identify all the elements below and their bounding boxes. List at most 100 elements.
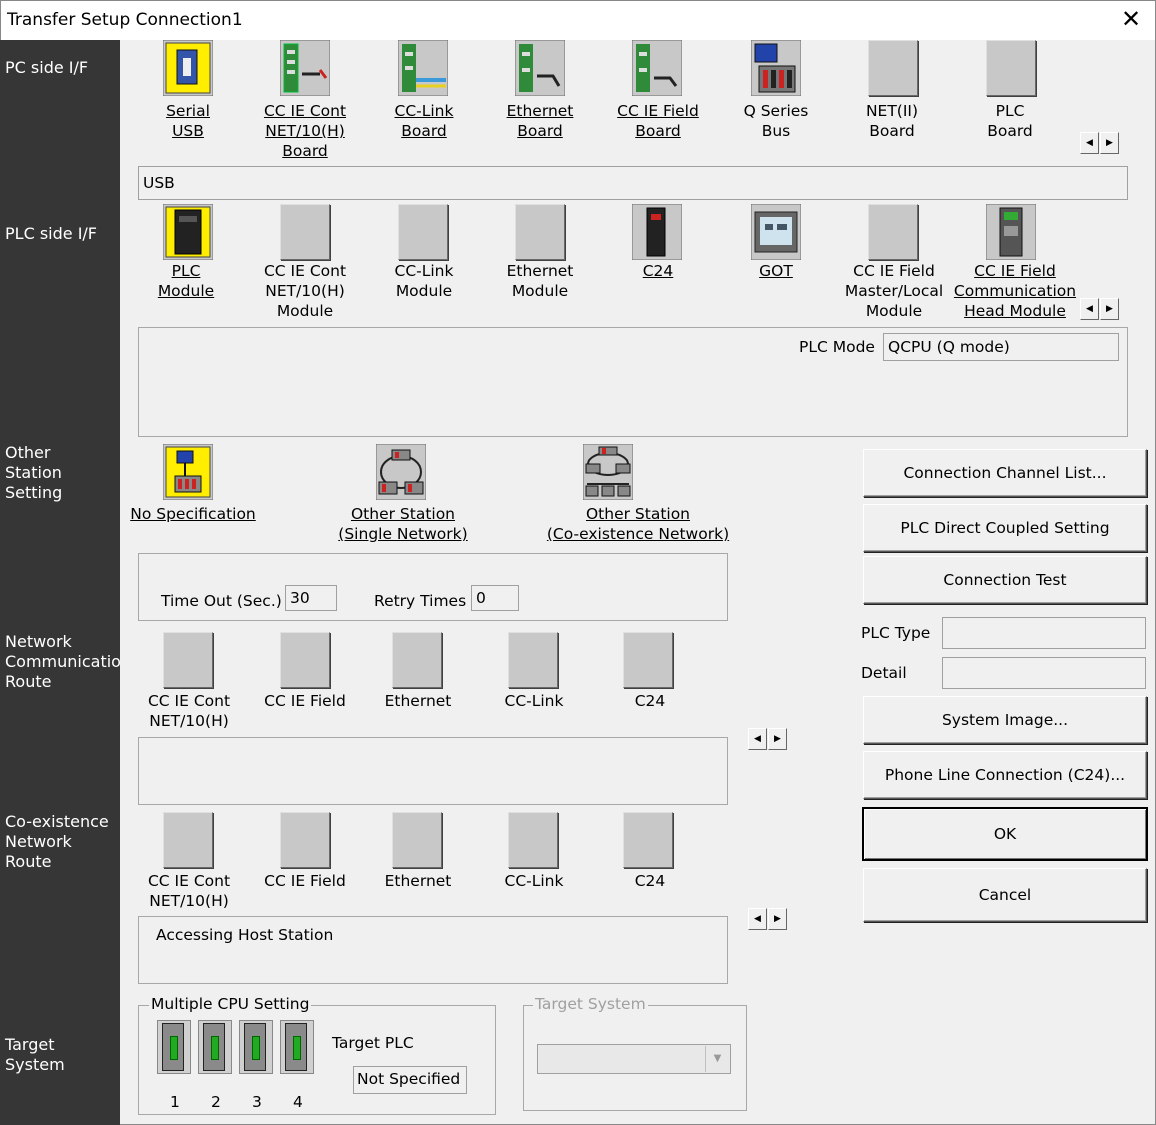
other-station-label-coexist[interactable]: Other Station (Co-existence Network) — [530, 504, 746, 544]
cpu-3-icon[interactable] — [239, 1020, 273, 1074]
target-system-group: Target System ▼ — [523, 995, 747, 1111]
coexist-ethernet-icon[interactable] — [392, 812, 442, 868]
route-label-cc-ie-field[interactable]: CC IE Field — [250, 691, 360, 711]
plc-item-label-cc-ie-cont[interactable]: CC IE Cont NET/10(H) Module — [252, 261, 358, 321]
cpu-1-icon[interactable] — [157, 1020, 191, 1074]
timeout-input[interactable]: 30 — [285, 585, 337, 611]
plc-item-label-plc-module[interactable]: PLC Module — [138, 261, 234, 301]
coexist-label-cc-link[interactable]: CC-Link — [484, 871, 584, 891]
cc-ie-field-head-icon[interactable] — [986, 204, 1036, 260]
sidebar-label-other-station: Other Station Setting — [5, 443, 63, 502]
c24-icon[interactable] — [632, 204, 682, 260]
plc-item-label-cc-link[interactable]: CC-Link Module — [376, 261, 472, 301]
route-label-ethernet[interactable]: Ethernet — [368, 691, 468, 711]
plc-item-label-c24[interactable]: C24 — [610, 261, 706, 281]
plc-side-scroll: ◀ ▶ — [1080, 298, 1120, 320]
phone-line-connection-button[interactable]: Phone Line Connection (C24)... — [863, 751, 1147, 799]
connection-test-button[interactable]: Connection Test — [863, 556, 1147, 604]
cc-ie-field-master-icon[interactable] — [868, 204, 918, 260]
pc-item-label-net-ii[interactable]: NET(II) Board — [844, 101, 940, 141]
detail-field — [942, 657, 1146, 689]
cc-ie-cont-module-icon[interactable] — [280, 204, 330, 260]
route-cc-ie-field-icon[interactable] — [280, 632, 330, 688]
pc-item-label-ethernet[interactable]: Ethernet Board — [492, 101, 588, 141]
coexist-label-ethernet[interactable]: Ethernet — [368, 871, 468, 891]
cpu-4-icon[interactable] — [280, 1020, 314, 1074]
ethernet-module-icon[interactable] — [515, 204, 565, 260]
route-cc-ie-cont-icon[interactable] — [163, 632, 213, 688]
connection-test-label: Connection Test — [943, 571, 1067, 589]
route-label-cc-link[interactable]: CC-Link — [484, 691, 584, 711]
route-label-cc-ie-cont[interactable]: CC IE Cont NET/10(H) — [134, 691, 244, 731]
pc-item-label-cc-ie-cont[interactable]: CC IE Cont NET/10(H) Board — [252, 101, 358, 161]
coexist-c24-icon[interactable] — [623, 812, 673, 868]
scroll-right-icon[interactable]: ▶ — [768, 908, 787, 930]
dialog-body: Serial USB CC IE Cont NET/10(H) Board CC… — [120, 40, 1156, 1125]
route-cc-link-icon[interactable] — [508, 632, 558, 688]
coexist-label-c24[interactable]: C24 — [600, 871, 700, 891]
connection-channel-list-label: Connection Channel List... — [903, 464, 1107, 482]
cc-link-board-icon[interactable] — [398, 40, 448, 96]
coexist-label-cc-ie-cont[interactable]: CC IE Cont NET/10(H) — [134, 871, 244, 911]
system-image-button[interactable]: System Image... — [863, 696, 1147, 744]
pc-item-label-plc-board[interactable]: PLC Board — [962, 101, 1058, 141]
pc-item-label-cc-link[interactable]: CC-Link Board — [376, 101, 472, 141]
scroll-left-icon[interactable]: ◀ — [748, 728, 767, 750]
cc-ie-cont-board-icon[interactable] — [280, 40, 330, 96]
target-system-select[interactable]: ▼ — [537, 1044, 731, 1074]
plc-item-label-ethernet[interactable]: Ethernet Module — [492, 261, 588, 301]
route-c24-icon[interactable] — [623, 632, 673, 688]
plc-board-icon[interactable] — [986, 40, 1036, 96]
scroll-left-icon[interactable]: ◀ — [1080, 298, 1099, 320]
plc-direct-coupled-label: PLC Direct Coupled Setting — [900, 519, 1110, 537]
timeout-panel: Time Out (Sec.) 30 Retry Times 0 — [138, 553, 728, 621]
cc-ie-field-board-icon[interactable] — [632, 40, 682, 96]
coexist-label-cc-ie-field[interactable]: CC IE Field — [250, 871, 360, 891]
scroll-right-icon[interactable]: ▶ — [1100, 298, 1119, 320]
other-station-label-no-spec[interactable]: No Specification — [124, 504, 262, 524]
close-icon[interactable]: ✕ — [1119, 5, 1143, 33]
single-network-icon[interactable] — [376, 444, 426, 500]
plc-direct-coupled-button[interactable]: PLC Direct Coupled Setting — [863, 504, 1147, 552]
retry-times-input[interactable]: 0 — [471, 585, 519, 611]
timeout-label: Time Out (Sec.) — [161, 592, 282, 610]
pc-item-label-cc-ie-field[interactable]: CC IE Field Board — [610, 101, 706, 141]
retry-times-label: Retry Times — [374, 592, 467, 610]
cpu-2-icon[interactable] — [198, 1020, 232, 1074]
route-label-c24[interactable]: C24 — [600, 691, 700, 711]
plc-type-label: PLC Type — [861, 624, 931, 642]
plc-module-icon[interactable] — [163, 204, 213, 260]
net-ii-board-icon[interactable] — [868, 40, 918, 96]
no-specification-icon[interactable] — [163, 444, 213, 500]
q-series-bus-icon[interactable] — [751, 40, 801, 96]
plc-item-label-cc-ie-field-head[interactable]: CC IE Field Communication Head Module — [950, 261, 1080, 321]
target-plc-value: Not Specified — [357, 1070, 461, 1088]
coexist-cc-link-icon[interactable] — [508, 812, 558, 868]
scroll-right-icon[interactable]: ▶ — [768, 728, 787, 750]
pc-item-label-serial-usb[interactable]: Serial USB — [140, 101, 236, 141]
got-icon[interactable] — [751, 204, 801, 260]
plc-item-label-cc-ie-field-master[interactable]: CC IE Field Master/Local Module — [840, 261, 948, 321]
coexist-cc-ie-cont-icon[interactable] — [163, 812, 213, 868]
ok-button[interactable]: OK — [862, 807, 1148, 861]
pc-item-label-q-series[interactable]: Q Series Bus — [728, 101, 824, 141]
plc-mode-field: QCPU (Q mode) — [883, 333, 1119, 361]
scroll-left-icon[interactable]: ◀ — [1080, 132, 1099, 154]
connection-channel-list-button[interactable]: Connection Channel List... — [863, 449, 1147, 497]
ethernet-board-icon[interactable] — [515, 40, 565, 96]
cancel-button[interactable]: Cancel — [863, 868, 1147, 922]
scroll-right-icon[interactable]: ▶ — [1100, 132, 1119, 154]
coexist-cc-ie-field-icon[interactable] — [280, 812, 330, 868]
plc-item-label-got[interactable]: GOT — [728, 261, 824, 281]
route-ethernet-icon[interactable] — [392, 632, 442, 688]
plc-mode-label: PLC Mode — [799, 338, 875, 356]
target-system-legend: Target System — [533, 995, 648, 1013]
coexistence-network-icon[interactable] — [583, 444, 633, 500]
serial-usb-icon[interactable] — [163, 40, 213, 96]
target-plc-field: Not Specified — [353, 1066, 467, 1094]
cancel-label: Cancel — [978, 886, 1032, 904]
scroll-left-icon[interactable]: ◀ — [748, 908, 767, 930]
cc-link-module-icon[interactable] — [398, 204, 448, 260]
window-title: Transfer Setup Connection1 — [7, 10, 243, 30]
other-station-label-single[interactable]: Other Station (Single Network) — [320, 504, 486, 544]
